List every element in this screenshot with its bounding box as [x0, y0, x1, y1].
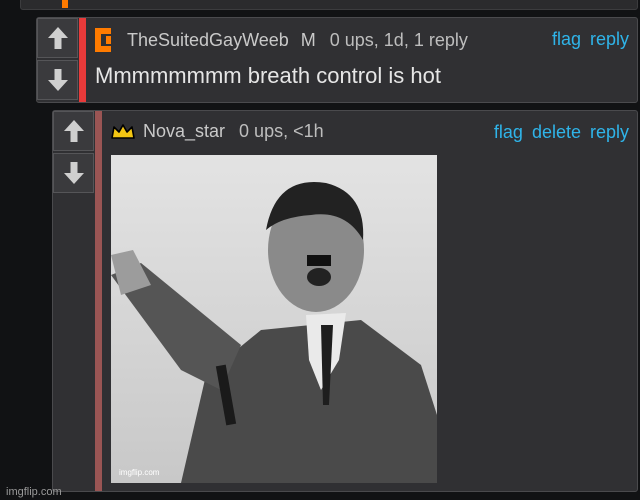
arrow-down-icon	[63, 162, 84, 184]
reply-link[interactable]: reply	[590, 29, 629, 50]
reply-link[interactable]: reply	[590, 122, 629, 143]
comment-actions: flag reply	[552, 29, 629, 50]
orange-bracket-icon	[95, 28, 111, 52]
flag-link[interactable]: flag	[494, 122, 523, 143]
photo	[111, 155, 437, 483]
previous-comment-accent	[62, 0, 68, 8]
arrow-up-icon	[63, 120, 84, 142]
previous-comment-edge	[20, 0, 638, 10]
downvote-button[interactable]	[53, 153, 94, 193]
image-watermark: imgflip.com	[119, 468, 160, 477]
crown-icon	[111, 123, 135, 139]
user-tag: M	[300, 29, 316, 50]
arrow-down-icon	[47, 69, 68, 91]
comment: TheSuitedGayWeeb M 0 ups, 1d, 1 reply fl…	[36, 17, 638, 103]
comment: Nova_star 0 ups, <1h flag delete reply i…	[52, 110, 638, 492]
comment-actions: flag delete reply	[494, 122, 629, 143]
flag-link[interactable]: flag	[552, 29, 581, 50]
upvote-button[interactable]	[53, 111, 94, 151]
comment-text: Mmmmmmmm breath control is hot	[95, 63, 441, 88]
comment-meta: TheSuitedGayWeeb M 0 ups, 1d, 1 reply	[93, 27, 468, 53]
comment-depth-bar	[79, 18, 86, 102]
comment-depth-bar	[95, 111, 102, 491]
screenshot-watermark: imgflip.com	[6, 486, 62, 498]
comment-stats: 0 ups, 1d, 1 reply	[329, 29, 468, 50]
delete-link[interactable]: delete	[532, 122, 581, 143]
username-link[interactable]: TheSuitedGayWeeb	[127, 30, 289, 51]
upvote-button[interactable]	[37, 18, 78, 58]
arrow-up-icon	[47, 27, 68, 49]
downvote-button[interactable]	[37, 60, 78, 100]
username-link[interactable]: Nova_star	[143, 121, 225, 142]
comment-stats: 0 ups, <1h	[239, 121, 324, 141]
comment-meta: Nova_star 0 ups, <1h	[111, 121, 324, 142]
comment-image[interactable]: imgflip.com	[111, 155, 437, 483]
